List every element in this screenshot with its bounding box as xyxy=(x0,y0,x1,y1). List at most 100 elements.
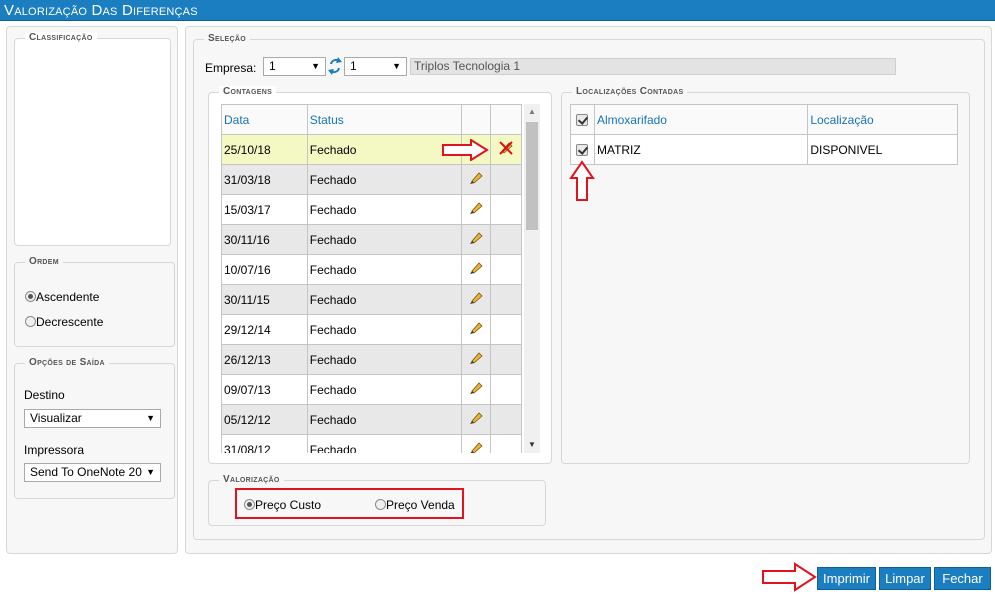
pencil-icon[interactable] xyxy=(469,261,483,275)
impressora-value: Send To OneNote 20 xyxy=(30,465,142,479)
pencil-icon[interactable] xyxy=(469,441,483,453)
selecao-legend: Seleção xyxy=(204,33,250,45)
edit-cell[interactable] xyxy=(461,374,492,405)
select-all-checkbox[interactable] xyxy=(576,113,589,126)
contagens-table-viewport: Data Status 25/10/18 Fechado 31/03/18 Fecha… xyxy=(221,104,540,453)
column-header-almoxarifado[interactable]: Almoxarifado xyxy=(593,104,809,135)
contagens-scrollbar[interactable]: ▲ ▼ xyxy=(524,104,540,453)
delete-cell[interactable] xyxy=(490,434,522,453)
edit-cell[interactable] xyxy=(461,164,492,195)
edit-cell[interactable] xyxy=(461,314,492,345)
edit-cell[interactable] xyxy=(461,254,492,285)
pencil-icon[interactable] xyxy=(469,381,483,395)
edit-cell[interactable] xyxy=(461,284,492,315)
ordem-option-decrescente[interactable]: Decrescente xyxy=(25,315,103,329)
ordem-decrescente-label: Decrescente xyxy=(36,315,104,329)
delete-cell[interactable] xyxy=(490,404,522,435)
scroll-thumb[interactable] xyxy=(526,122,538,230)
classificacao-legend: Classificação xyxy=(25,32,97,44)
table-row[interactable]: 31/03/18 Fechado xyxy=(221,164,522,195)
pencil-icon[interactable] xyxy=(469,171,483,185)
status-cell: Fechado xyxy=(306,254,463,285)
status-cell: Fechado xyxy=(306,344,463,375)
delete-cell[interactable] xyxy=(490,314,522,345)
status-cell: Fechado xyxy=(306,194,463,225)
valorizacao-option-custo[interactable]: Preço Custo xyxy=(244,498,321,512)
fechar-button[interactable]: Fechar xyxy=(934,567,991,590)
delete-icon[interactable] xyxy=(499,141,513,155)
edit-cell[interactable] xyxy=(461,344,492,375)
table-header-row: Data Status xyxy=(221,104,522,135)
saida-legend: Opções de Saída xyxy=(25,357,109,369)
select-all-cell[interactable] xyxy=(570,104,595,135)
scroll-down-arrow[interactable]: ▼ xyxy=(528,440,536,449)
radio-decrescente[interactable] xyxy=(25,316,36,327)
table-row[interactable]: 15/03/17 Fechado xyxy=(221,194,522,225)
chevron-down-icon: ▼ xyxy=(146,413,155,423)
empresa-select[interactable]: 1 ▼ xyxy=(263,57,326,76)
pencil-icon[interactable] xyxy=(469,231,483,245)
valorizacao-option-venda[interactable]: Preço Venda xyxy=(375,498,455,512)
chevron-down-icon: ▼ xyxy=(311,61,320,71)
delete-cell[interactable] xyxy=(490,224,522,255)
empresa-filial-select[interactable]: 1 ▼ xyxy=(344,57,407,76)
delete-cell[interactable] xyxy=(490,194,522,225)
pencil-icon[interactable] xyxy=(469,291,483,305)
table-row[interactable]: 10/07/16 Fechado xyxy=(221,254,522,285)
localizacoes-legend: Localizações Contadas xyxy=(572,86,688,98)
contagens-table: Data Status xyxy=(221,104,522,135)
table-row[interactable]: 30/11/15 Fechado xyxy=(221,284,522,315)
destino-value: Visualizar xyxy=(30,411,82,425)
table-row[interactable]: MATRIZ DISPONIVEL xyxy=(570,134,958,165)
table-row[interactable]: 29/12/14 Fechado xyxy=(221,314,522,345)
column-header-status[interactable]: Status xyxy=(306,104,463,135)
delete-cell[interactable] xyxy=(490,164,522,195)
pencil-icon[interactable] xyxy=(469,351,483,365)
limpar-button[interactable]: Limpar xyxy=(879,567,931,590)
contagens-legend: Contagens xyxy=(219,86,277,98)
delete-cell[interactable] xyxy=(490,134,522,165)
saida-group: Opções de Saída Destino Visualizar ▼ Imp… xyxy=(14,357,175,499)
table-row[interactable]: 26/12/13 Fechado xyxy=(221,344,522,375)
ordem-legend: Ordem xyxy=(25,256,63,268)
column-header-edit xyxy=(461,104,492,135)
date-cell: 25/10/18 xyxy=(221,134,308,165)
destino-select[interactable]: Visualizar ▼ xyxy=(24,409,161,428)
delete-cell[interactable] xyxy=(490,284,522,315)
table-row[interactable]: 30/11/16 Fechado xyxy=(221,224,522,255)
annotation-arrow-right-icon xyxy=(762,562,817,592)
column-header-localizacao[interactable]: Localização xyxy=(807,104,958,135)
column-header-data[interactable]: Data xyxy=(221,104,308,135)
scroll-up-arrow[interactable]: ▲ xyxy=(528,107,536,116)
table-row[interactable]: 09/07/13 Fechado xyxy=(221,374,522,405)
destino-label: Destino xyxy=(24,388,65,402)
edit-cell[interactable] xyxy=(461,404,492,435)
radio-preco-venda[interactable] xyxy=(375,499,386,510)
table-row[interactable]: 31/08/12 Fechado xyxy=(221,434,522,453)
table-row[interactable]: 05/12/12 Fechado xyxy=(221,404,522,435)
pencil-icon[interactable] xyxy=(469,201,483,215)
empresa-name: Triplos Tecnologia 1 xyxy=(414,59,521,73)
radio-ascendente[interactable] xyxy=(25,291,36,302)
ordem-group: Ordem Ascendente Decrescente xyxy=(14,256,175,347)
row-checkbox[interactable] xyxy=(576,143,589,156)
delete-cell[interactable] xyxy=(490,374,522,405)
valorizacao-legend: Valorização xyxy=(219,474,284,486)
edit-cell[interactable] xyxy=(461,434,492,453)
edit-cell[interactable] xyxy=(461,194,492,225)
classificacao-panel: Classificação xyxy=(14,32,171,246)
edit-cell[interactable] xyxy=(461,224,492,255)
pencil-icon[interactable] xyxy=(469,411,483,425)
empresa-filial-value: 1 xyxy=(350,59,357,73)
ordem-option-ascendente[interactable]: Ascendente xyxy=(25,290,99,304)
impressora-select[interactable]: Send To OneNote 20 ▼ xyxy=(24,463,161,482)
radio-preco-custo[interactable] xyxy=(244,499,255,510)
swap-icon[interactable] xyxy=(328,57,342,75)
delete-cell[interactable] xyxy=(490,254,522,285)
date-cell: 09/07/13 xyxy=(221,374,308,405)
status-cell: Fechado xyxy=(306,314,463,345)
imprimir-button[interactable]: Imprimir xyxy=(817,567,876,590)
delete-cell[interactable] xyxy=(490,344,522,375)
date-cell: 31/03/18 xyxy=(221,164,308,195)
pencil-icon[interactable] xyxy=(469,321,483,335)
